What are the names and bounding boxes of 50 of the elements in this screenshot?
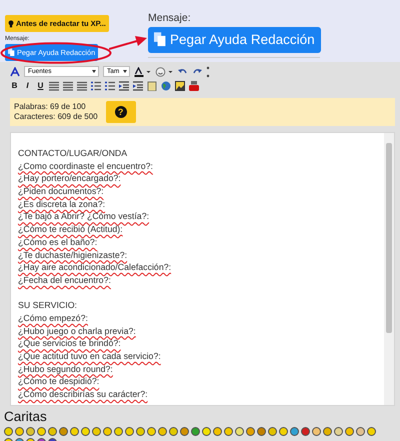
copy-icon [154, 32, 166, 47]
align-icon[interactable] [63, 80, 73, 90]
indent-icon[interactable] [119, 80, 129, 90]
word-count: Palabras: 69 de 100 [14, 102, 87, 112]
caret-icon [92, 70, 96, 73]
message-label: Mensaje: [148, 12, 191, 24]
question-line: ¿Que servicios te brindó?: [18, 337, 122, 350]
align-icon[interactable] [77, 80, 87, 90]
question-line: ¿Como coordinaste el encuentro?: [18, 160, 154, 172]
image-icon[interactable] [175, 80, 185, 90]
question-line: ¿Hay portero/encargado?: [18, 172, 122, 186]
more-icon[interactable] [206, 66, 210, 78]
text-color-icon[interactable] [134, 66, 151, 76]
question-line: ¿Cómo te despidió?: [18, 375, 100, 388]
list-icon[interactable] [91, 80, 101, 90]
emoticons-title: Caritas [4, 409, 48, 424]
question-line: ¿Cómo describirías su carácter?: [18, 388, 149, 401]
font-icon[interactable] [10, 66, 20, 76]
question-line: ¿Es discreta la zona?: [18, 198, 106, 210]
question-line: ¿Cómo es el baño?: [18, 236, 98, 248]
paste-icon[interactable] [147, 80, 157, 90]
question-line: ¿Que actitud tuvo en cada servicio?: [18, 350, 162, 363]
question-line: ¿Te duchaste/higienizaste?: [18, 248, 128, 262]
question-line: ¿Cómo empezó?: [18, 312, 89, 325]
caret-icon [123, 70, 127, 73]
question-line: ¿Cómo te recibió (Actitud): [18, 223, 124, 236]
paste-help-button[interactable]: Pegar Ayuda Redacción [148, 27, 321, 53]
question-line: ¿Te bajó a Abrir? ¿Cómo vestía?: [18, 210, 150, 224]
indent-icon[interactable] [133, 80, 143, 90]
copy-icon [8, 48, 15, 57]
list-icon[interactable] [105, 80, 115, 90]
scrollbar[interactable] [384, 133, 394, 405]
help-button[interactable]: ? [106, 101, 136, 123]
question-line: ¿Piden documentos?: [18, 185, 105, 198]
question-line: ¿Hubo segundo round?: [18, 362, 114, 376]
message-text-area[interactable] [10, 132, 395, 406]
character-count: Caracteres: 609 de 500 [14, 112, 98, 122]
globe-icon[interactable] [161, 80, 171, 90]
align-icon[interactable] [49, 80, 59, 90]
question-line: ¿Fecha del encuentro?: [18, 274, 112, 287]
arrow-icon [109, 35, 147, 51]
question-line: ¿Hay aire acondicionado/Calefacción?: [18, 261, 172, 274]
section-heading: CONTACTO/LUGAR/ONDA [18, 147, 128, 160]
question-line: ¿Hubo juego o charla previa?: [18, 324, 137, 338]
format-button[interactable]: B [10, 81, 19, 90]
format-button[interactable]: U [36, 81, 45, 90]
smiley-icon[interactable] [155, 66, 174, 76]
section-heading: SU SERVICIO: [18, 299, 78, 312]
format-button[interactable]: I [23, 81, 32, 90]
lightbulb-icon [8, 20, 14, 28]
